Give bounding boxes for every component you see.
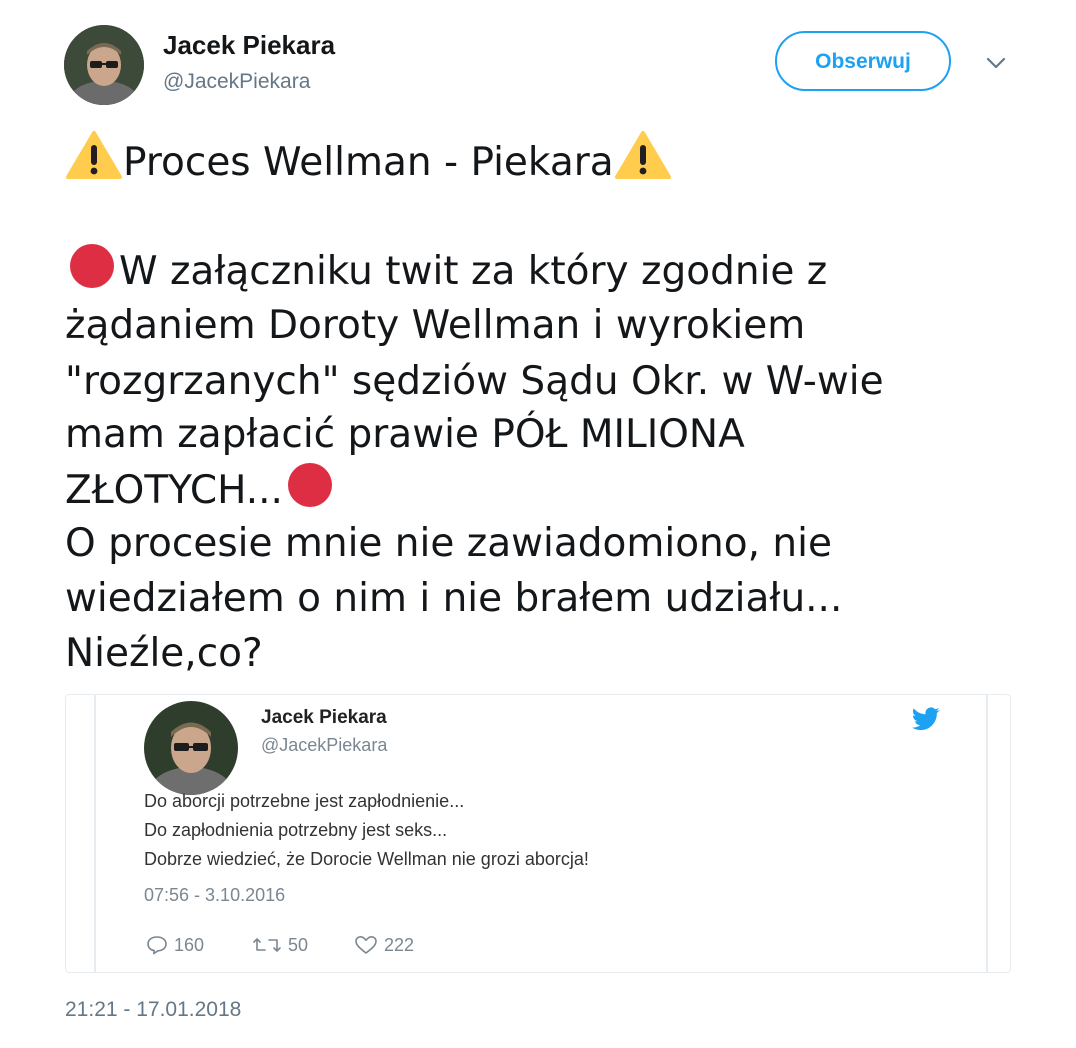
embedded-timestamp: 07:56 - 3.10.2016 — [144, 885, 286, 905]
embedded-text-line: Do aborcji potrzebne jest zapłodnienie..… — [144, 791, 465, 811]
tweet-title: Proces Wellman - Piekara — [123, 140, 614, 185]
chevron-down-icon[interactable] — [983, 50, 1009, 76]
retweet-stat: 50 — [252, 933, 308, 957]
retweet-icon — [253, 938, 281, 952]
warning-icon — [614, 130, 672, 195]
tweet-text-line: O procesie mnie nie zawiadomiono, nie — [65, 521, 832, 566]
tweet-text-line: ZŁOTYCH... — [65, 468, 283, 513]
avatar[interactable] — [64, 25, 144, 105]
tweet-text-line: W załączniku twit za który zgodnie z — [119, 249, 828, 294]
embedded-text-line: Dobrze wiedzieć, że Dorocie Wellman nie … — [144, 849, 589, 869]
follow-button[interactable]: Obserwuj — [775, 31, 951, 91]
tweet-text-line: Nieźle,co? — [65, 631, 263, 676]
tweet-text-line: wiedziałem o nim i nie brałem udziału... — [65, 576, 843, 621]
tweet-line-6: ZŁOTYCH... — [65, 462, 1025, 523]
tweet-text-line: "rozgrzanych" sędziów Sądu Okr. w W-wie — [65, 359, 884, 404]
like-stat: 222 — [354, 933, 414, 957]
embedded-author-handle: @JacekPiekara — [261, 735, 388, 755]
divider — [986, 695, 988, 972]
reply-icon — [147, 936, 167, 955]
author-handle[interactable]: @JacekPiekara — [163, 70, 310, 94]
author-name[interactable]: Jacek Piekara — [163, 30, 335, 61]
tweet-line-2: W załączniku twit za który zgodnie z — [65, 243, 1025, 304]
tweet-text-line: żądaniem Doroty Wellman i wyrokiem — [65, 303, 806, 348]
embedded-tweet-image[interactable]: Jacek Piekara @JacekPiekara Do aborcji p… — [65, 694, 1011, 973]
retweet-count: 50 — [288, 934, 309, 955]
warning-icon — [65, 130, 123, 195]
reply-stat: 160 — [146, 933, 204, 957]
red-circle-icon — [65, 243, 119, 304]
red-circle-icon — [283, 462, 337, 523]
tweet-text-line: mam zapłacić prawie PÓŁ MILIONA — [65, 412, 745, 457]
heart-icon — [355, 936, 377, 954]
embedded-avatar — [144, 701, 238, 795]
twitter-bird-icon — [911, 707, 940, 731]
like-count: 222 — [384, 934, 415, 955]
tweet-timestamp[interactable]: 21:21 - 17.01.2018 — [65, 998, 241, 1022]
divider — [94, 695, 96, 972]
embedded-text-line: Do zapłodnienia potrzebny jest seks... — [144, 820, 448, 840]
tweet-line-1: Proces Wellman - Piekara — [65, 130, 1025, 195]
reply-count: 160 — [174, 934, 205, 955]
embedded-author-name: Jacek Piekara — [261, 707, 387, 728]
